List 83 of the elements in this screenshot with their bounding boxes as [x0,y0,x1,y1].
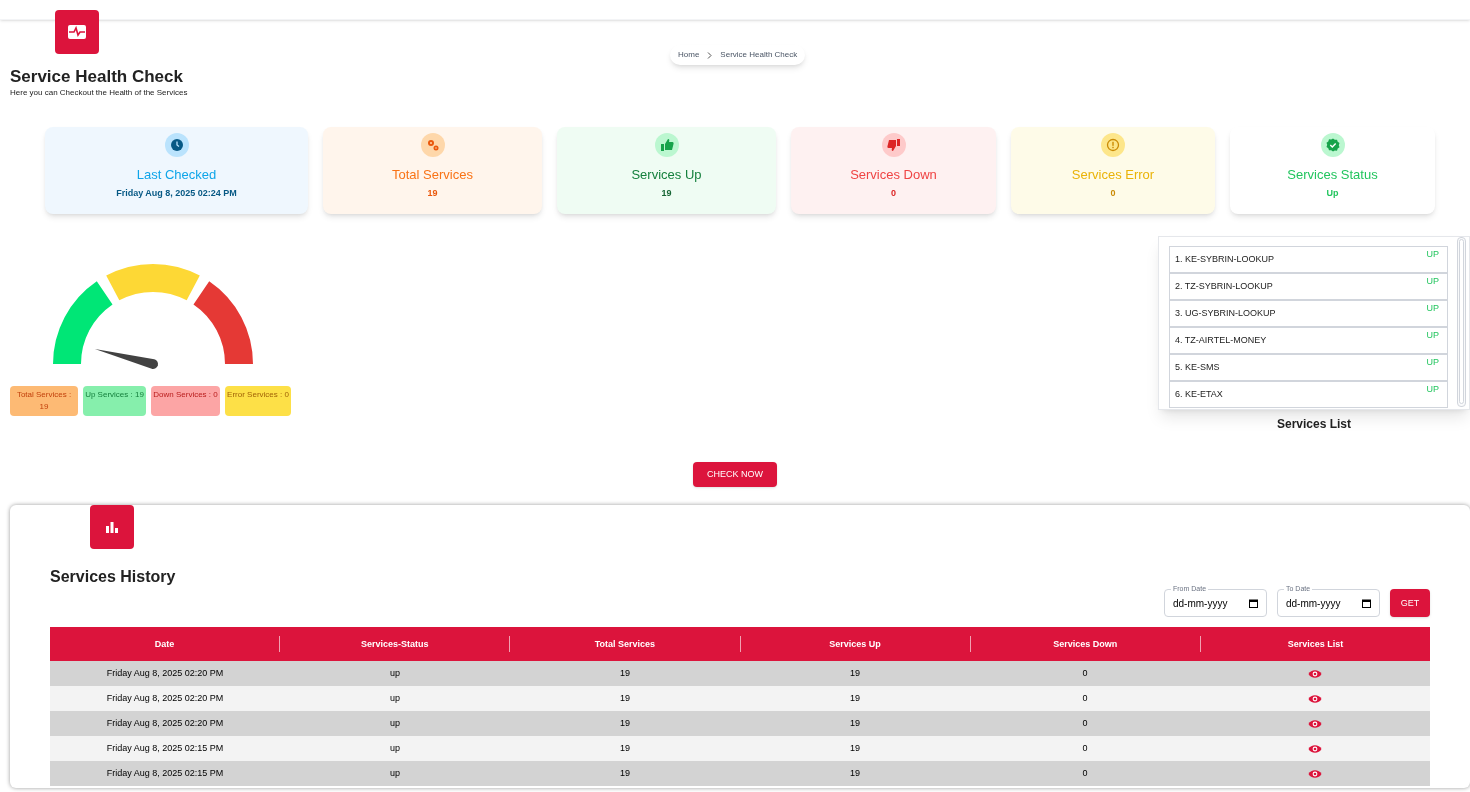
service-status: UP [1426,248,1439,262]
stat-label: Total Services [392,166,473,185]
table-cell-text: Friday Aug 8, 2025 02:15 PM [105,742,225,755]
legend-chip: Error Services : 0 [225,386,291,417]
table-cell-text: up [389,667,401,680]
table-cell-text: 19 [849,667,861,680]
column-header: Services Up [739,636,970,653]
stat-value: Friday Aug 8, 2025 02:24 PM [116,186,237,200]
chevron-icon [707,51,713,59]
legend-chip: Total Services : 19 [10,386,78,417]
calendar-icon [1362,598,1371,608]
table-cell-text: 19 [849,692,861,705]
stat-label: Services Error [1071,166,1155,185]
breadcrumb-link[interactable]: Home [678,49,700,61]
service-status: UP [1426,302,1439,316]
table-cell-text: 19 [849,742,861,755]
table-cell-text: up [389,767,401,780]
history-title: Services History [50,567,176,588]
eye-icon[interactable] [1308,743,1322,754]
stat-value: 0 [891,186,896,200]
service-name: 6. KE-ETAX [1175,388,1223,401]
thumbs-down-icon [881,133,906,158]
table-cell-text: Friday Aug 8, 2025 02:15 PM [105,767,225,780]
service-name: 5. KE-SMS [1175,361,1220,374]
table-cell-text: 0 [1081,717,1089,730]
table-cell-text: 0 [1081,692,1089,705]
eye-icon[interactable] [1308,768,1322,779]
thumbs-up-icon [654,133,679,158]
page-title: Service Health Check [10,66,184,88]
column-header: Total Services [509,636,740,653]
calendar-icon [1249,598,1258,608]
column-header: Services Down [969,636,1200,653]
breadcrumb-current: Service Health Check [720,49,798,61]
table-cell-text: 19 [849,717,861,730]
table-cell-text: 19 [619,692,631,705]
stat-value: 19 [661,186,672,200]
service-status: UP [1426,383,1439,397]
table-cell-text: up [389,692,401,705]
page-subtitle: Here you can Checkout the Health of the Services [10,87,189,100]
eye-icon[interactable] [1308,668,1322,679]
table-cell-text: 0 [1081,667,1089,680]
table-cell-text: 19 [849,767,861,780]
service-status: UP [1426,329,1439,343]
legend-chip: Up Services : 19 [83,386,146,417]
heartbeat-icon [55,10,99,54]
column-header: Services-Status [279,636,510,653]
column-header: Date [153,637,176,651]
service-status: UP [1426,356,1439,370]
table-cell-text: 19 [619,717,631,730]
alert-icon [1101,133,1125,158]
service-status: UP [1426,275,1439,289]
clock-icon [164,133,189,158]
table-cell-text: up [389,717,401,730]
stat-value: Up [1326,186,1339,200]
eye-icon[interactable] [1308,693,1322,704]
table-cell-text: Friday Aug 8, 2025 02:20 PM [105,692,225,705]
stat-label: Services Up [631,166,702,185]
table-cell-text: 19 [619,667,631,680]
eye-icon[interactable] [1308,718,1322,729]
services-list-title: Services List [1276,416,1351,434]
table-cell-text: 0 [1081,742,1089,755]
table-cell-text: 0 [1081,767,1089,780]
service-name: 2. TZ-SYBRIN-LOOKUP [1175,280,1273,293]
stat-label: Services Status [1287,166,1378,185]
service-name: 1. KE-SYBRIN-LOOKUP [1175,253,1275,266]
table-cell-text: Friday Aug 8, 2025 02:20 PM [105,667,225,680]
service-name: 3. UG-SYBRIN-LOOKUP [1175,307,1276,320]
stat-label: Last Checked [136,166,217,185]
check-badge-icon [1320,133,1345,158]
table-cell-text: Friday Aug 8, 2025 02:20 PM [105,717,225,730]
table-cell-text: up [389,742,401,755]
column-header: Services List [1199,636,1431,653]
table-cell-text: 19 [619,767,631,780]
get-button[interactable]: GET [1390,589,1430,618]
stat-label: Services Down [850,166,937,185]
stat-value: 19 [427,186,438,200]
service-name: 4. TZ-AIRTEL-MONEY [1175,334,1267,347]
table-cell-text: 19 [619,742,631,755]
stat-value: 0 [1110,186,1116,200]
gears-icon [420,133,445,158]
scrollbar[interactable] [1457,237,1466,408]
legend-chip: Down Services : 0 [151,386,220,417]
check-now-button[interactable]: CHECK NOW [693,462,777,488]
